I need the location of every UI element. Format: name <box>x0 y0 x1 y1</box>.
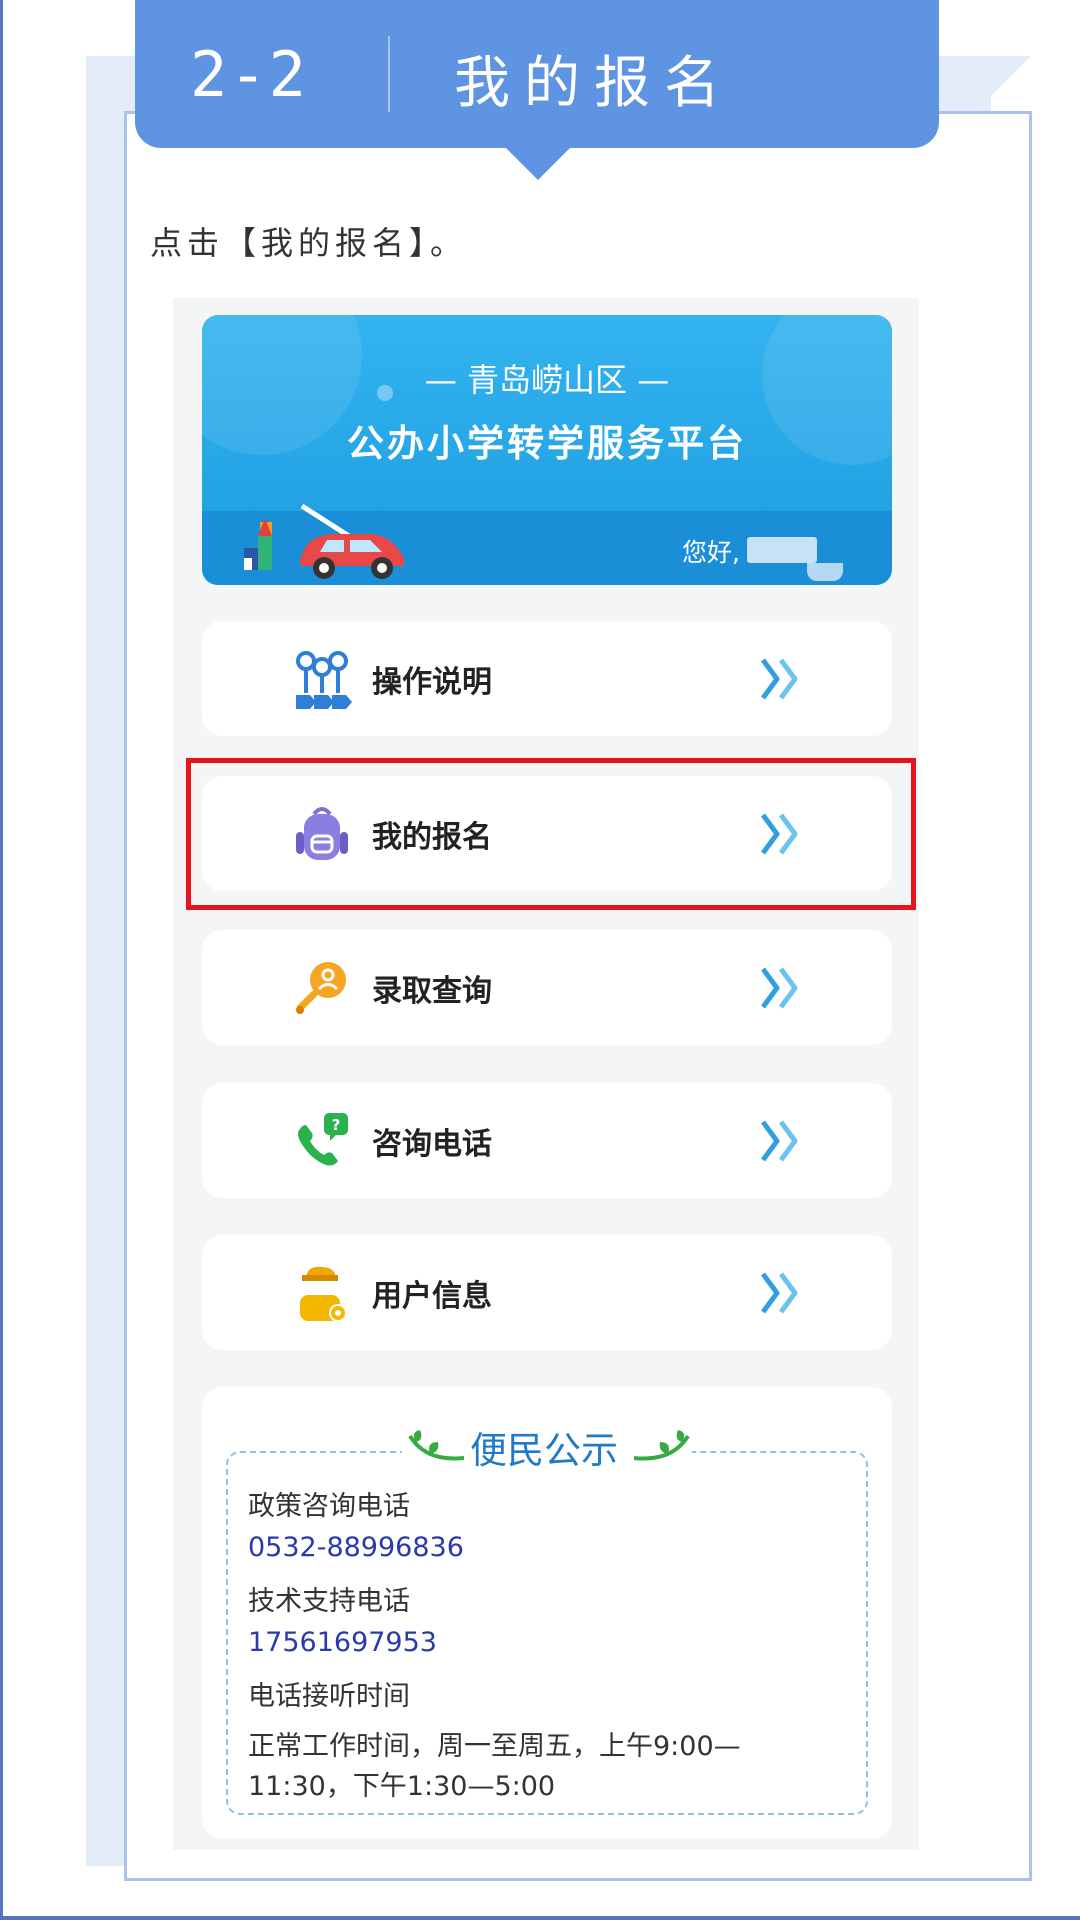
tech-support-number[interactable]: 17561697953 <box>248 1627 437 1658</box>
banner-subtitle: — 青岛崂山区 — <box>424 361 670 399</box>
hours-label: 电话接听时间 <box>248 1681 410 1712</box>
phone-question-icon: ? <box>298 1113 348 1166</box>
menu-label-user-info: 用户信息 <box>372 1279 492 1314</box>
page-left-border <box>0 0 3 1920</box>
policy-hotline-label: 政策咨询电话 <box>248 1491 410 1522</box>
tech-support-label: 技术支持电话 <box>248 1586 410 1617</box>
toy-car-icon <box>244 503 404 579</box>
hours-line-2: 11:30，下午1:30—5:00 <box>248 1771 556 1802</box>
banner-title: 公办小学转学服务平台 <box>347 422 747 465</box>
menu-label-hotline: 咨询电话 <box>372 1127 492 1162</box>
section-number: 2-2 <box>190 38 308 111</box>
page-bottom-border <box>0 1916 1080 1920</box>
leaf-left-icon <box>408 1430 465 1461</box>
double-chevron-right-icon <box>760 813 798 855</box>
menu-label-guide: 操作说明 <box>372 665 492 700</box>
double-chevron-right-icon <box>760 1272 798 1314</box>
username-redacted <box>747 537 817 563</box>
menu-item-hotline[interactable]: ? 咨询电话 <box>202 1083 892 1198</box>
menu-label-my-registration: 我的报名 <box>372 820 492 855</box>
avatar <box>807 563 843 581</box>
notice-title: 便民公示 <box>470 1429 618 1472</box>
menu-item-my-registration[interactable]: 我的报名 <box>202 776 892 891</box>
menu-item-user-info[interactable]: 用户信息 <box>202 1235 892 1350</box>
menu-item-admission-query[interactable]: 录取查询 <box>202 930 892 1045</box>
guide-icon <box>296 651 352 709</box>
header-pointer <box>504 146 572 180</box>
header-divider <box>388 36 390 112</box>
hours-line-1: 正常工作时间，周一至周五，上午9:00— <box>248 1731 741 1762</box>
double-chevron-right-icon <box>760 1120 798 1162</box>
platform-banner: — 青岛崂山区 — 公办小学转学服务平台 您好, <box>202 315 892 585</box>
policy-hotline-number[interactable]: 0532-88996836 <box>248 1532 464 1563</box>
leaf-right-icon <box>633 1430 690 1461</box>
backpack-icon <box>296 807 348 860</box>
section-title: 我的报名 <box>454 51 734 116</box>
user-card-icon <box>300 1266 347 1322</box>
svg-text:?: ? <box>332 1116 341 1134</box>
double-chevron-right-icon <box>760 658 798 700</box>
greeting-text: 您好, <box>682 538 740 567</box>
search-person-icon <box>296 962 346 1014</box>
instruction-text: 点击【我的报名】。 <box>150 224 468 262</box>
menu-item-guide[interactable]: 操作说明 <box>202 621 892 736</box>
menu-label-admission-query: 录取查询 <box>372 974 492 1009</box>
double-chevron-right-icon <box>760 967 798 1009</box>
